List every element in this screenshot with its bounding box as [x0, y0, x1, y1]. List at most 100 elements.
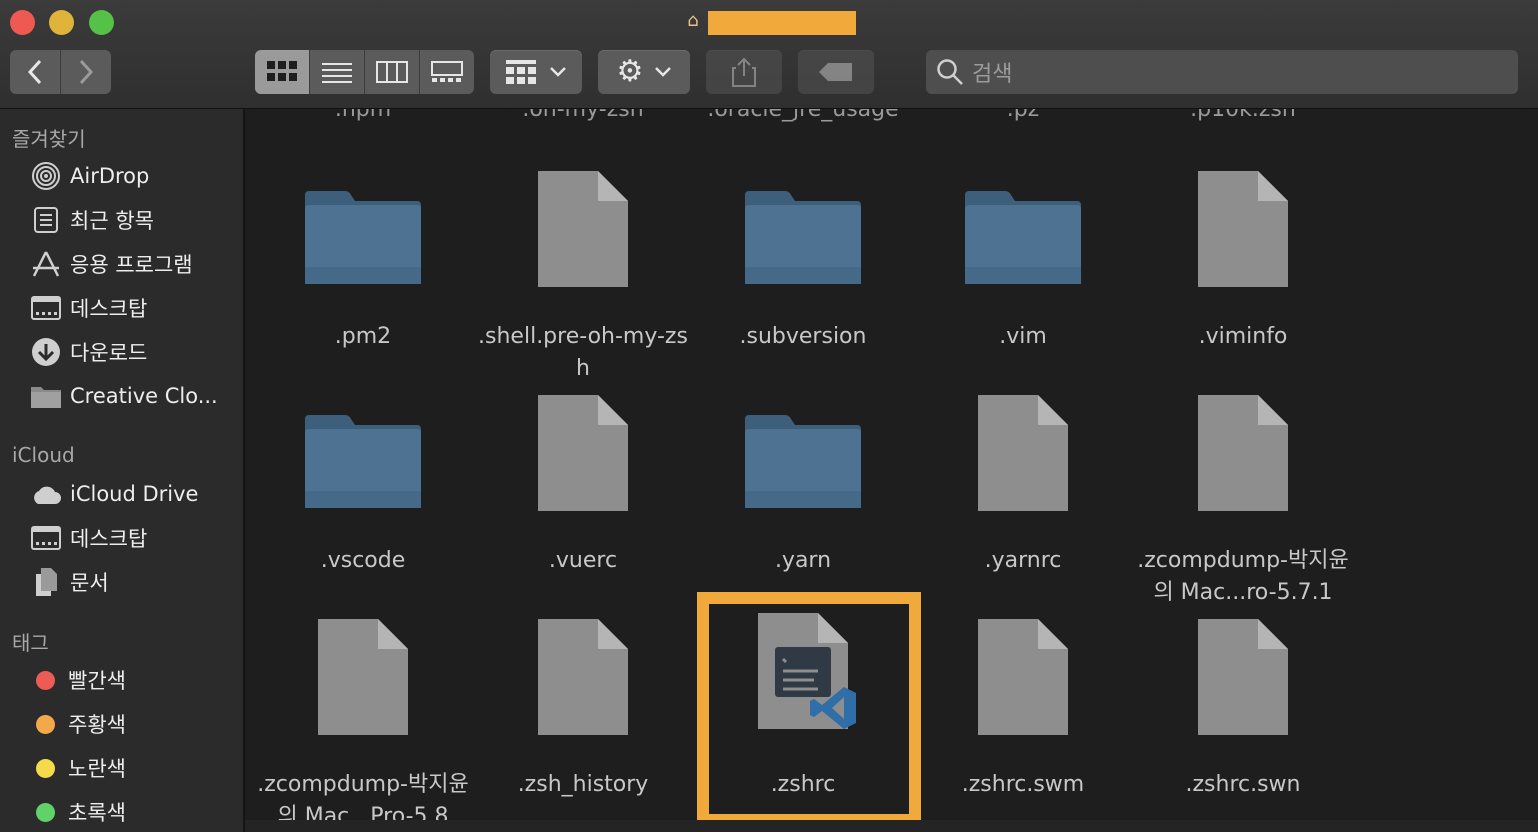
group-by-button[interactable] [490, 50, 582, 94]
download-icon [30, 336, 62, 368]
file-item[interactable]: .zshrc.swn [1133, 617, 1353, 801]
sidebar-item-label: 빨간색 [68, 669, 126, 693]
column-view-button[interactable] [365, 50, 420, 94]
file-icon [1133, 393, 1353, 513]
desktop-icon [30, 292, 62, 324]
sidebar-item-label: Creative Clo... [70, 384, 218, 408]
chevron-down-icon [655, 67, 672, 77]
file-item-label: .vscode [320, 548, 406, 573]
file-item[interactable]: .vim [913, 169, 1133, 353]
airdrop-icon [30, 160, 62, 192]
file-item-label: .zsh_history [517, 772, 649, 797]
folder-icon [913, 169, 1133, 289]
folder-icon [693, 393, 913, 513]
file-item[interactable]: .viminfo [1133, 169, 1353, 353]
search-field[interactable]: 검색 [926, 50, 1518, 94]
sidebar-item-label: 초록색 [68, 801, 126, 825]
folder-icon [253, 169, 473, 289]
sidebar-item-label: 주황색 [68, 713, 126, 737]
file-item[interactable]: .yarn [693, 393, 913, 577]
action-menu-button[interactable]: ⚙ [598, 50, 690, 94]
desktop-icon [30, 522, 62, 554]
forward-button[interactable] [61, 50, 111, 94]
file-item-label: .zshrc.swn [1185, 772, 1301, 797]
icon-view-button[interactable] [255, 50, 310, 94]
gallery-view-button[interactable] [420, 50, 474, 94]
file-icon [913, 393, 1133, 513]
file-item-label: .yarn [774, 548, 832, 573]
file-item-label: .vuerc [548, 548, 618, 573]
sidebar-item-label: 노란색 [68, 757, 126, 781]
file-item-label[interactable]: .npm [335, 109, 391, 122]
columns-icon [376, 61, 408, 83]
sidebar-item-label: 문서 [70, 571, 109, 595]
minimize-window-button[interactable] [49, 10, 74, 35]
chevron-left-icon [27, 59, 42, 85]
finder-window: ⌂ ⚙ 검색 즐겨찾기 AirDrop 최근 항목 응용 프로그램 데스크탑 다… [0, 0, 1538, 832]
file-item-label: .shell.pre-oh-my-zsh [478, 324, 688, 381]
file-item[interactable]: .subversion [693, 169, 913, 353]
folder-icon [30, 380, 62, 412]
file-item[interactable]: .zcompdump-박지윤의 Mac...ro-5.7.1 [1133, 393, 1353, 609]
file-item[interactable]: .zshrc.swm [913, 617, 1133, 801]
gallery-icon [431, 61, 463, 82]
file-item[interactable]: .vuerc [473, 393, 693, 577]
share-icon [732, 57, 756, 87]
sidebar-item-label: 데스크탑 [70, 297, 148, 321]
maximize-window-button[interactable] [89, 10, 114, 35]
file-icon [913, 617, 1133, 737]
file-item-label: .pm2 [334, 324, 392, 349]
sidebar-item-label: AirDrop [70, 164, 150, 188]
sidebar-item-airdrop[interactable]: AirDrop [30, 158, 149, 194]
file-item-label: .vim [999, 324, 1047, 349]
icloud-section-title: iCloud [12, 443, 75, 467]
tag-dot-icon [36, 714, 55, 734]
sidebar-item-downloads[interactable]: 다운로드 [30, 334, 147, 370]
horizontal-scrollbar[interactable] [245, 820, 1538, 832]
folder-icon [253, 393, 473, 513]
toolbar: ⌂ ⚙ 검색 [0, 0, 1538, 109]
sidebar-item-creative-cloud[interactable]: Creative Clo... [30, 378, 218, 414]
file-item[interactable]: .zcompdump-박지윤의 Mac...Pro-5.8 [253, 617, 473, 832]
list-view-button[interactable] [310, 50, 365, 94]
file-icon-grid: .npm .oh-my-zsh .oracle_jre_usage .pz .p… [245, 109, 1538, 832]
file-item-label: .viminfo [1198, 324, 1288, 349]
file-icon [473, 393, 693, 513]
tag-dot-icon [36, 758, 55, 778]
sidebar-tag-orange[interactable]: 주황색 [30, 706, 126, 742]
sidebar-item-desktop[interactable]: 데스크탑 [30, 290, 147, 326]
file-item[interactable]: .yarnrc [913, 393, 1133, 577]
sidebar-item-icloud-drive[interactable]: iCloud Drive [30, 476, 198, 512]
file-item-label[interactable]: .p10k.zsh [1190, 109, 1296, 122]
file-item-label[interactable]: .pz [1007, 109, 1040, 122]
file-item[interactable]: .shell.pre-oh-my-zsh [473, 169, 693, 385]
close-window-button[interactable] [10, 10, 35, 35]
tag-button[interactable] [798, 50, 874, 94]
file-item[interactable]: .pm2 [253, 169, 473, 353]
file-icon [253, 617, 473, 737]
view-mode-selector [255, 50, 474, 94]
file-item-label[interactable]: .oh-my-zsh [522, 109, 643, 122]
chevron-down-icon [550, 67, 566, 77]
file-item[interactable]: .vscode [253, 393, 473, 577]
folder-icon [693, 169, 913, 289]
tag-icon [819, 63, 852, 81]
share-button[interactable] [706, 50, 782, 94]
file-icon [473, 169, 693, 289]
cloud-icon [30, 478, 62, 510]
sidebar-item-icloud-desktop[interactable]: 데스크탑 [30, 520, 147, 556]
sidebar-item-recents[interactable]: 최근 항목 [30, 202, 154, 238]
file-icon [473, 617, 693, 737]
file-item-label: .zshrc.swm [961, 772, 1085, 797]
back-button[interactable] [10, 50, 61, 94]
sidebar-tag-red[interactable]: 빨간색 [30, 662, 126, 698]
file-icon [1133, 169, 1353, 289]
partial-row: .npm .oh-my-zsh .oracle_jre_usage .pz .p… [245, 109, 1538, 122]
sidebar-tag-green[interactable]: 초록색 [30, 794, 126, 830]
file-item-label[interactable]: .oracle_jre_usage [707, 109, 898, 122]
sidebar-tag-yellow[interactable]: 노란색 [30, 750, 126, 786]
sidebar-item-applications[interactable]: 응용 프로그램 [30, 246, 193, 282]
sidebar-item-documents[interactable]: 문서 [30, 564, 109, 600]
search-placeholder: 검색 [972, 62, 1013, 87]
file-item[interactable]: .zsh_history [473, 617, 693, 801]
